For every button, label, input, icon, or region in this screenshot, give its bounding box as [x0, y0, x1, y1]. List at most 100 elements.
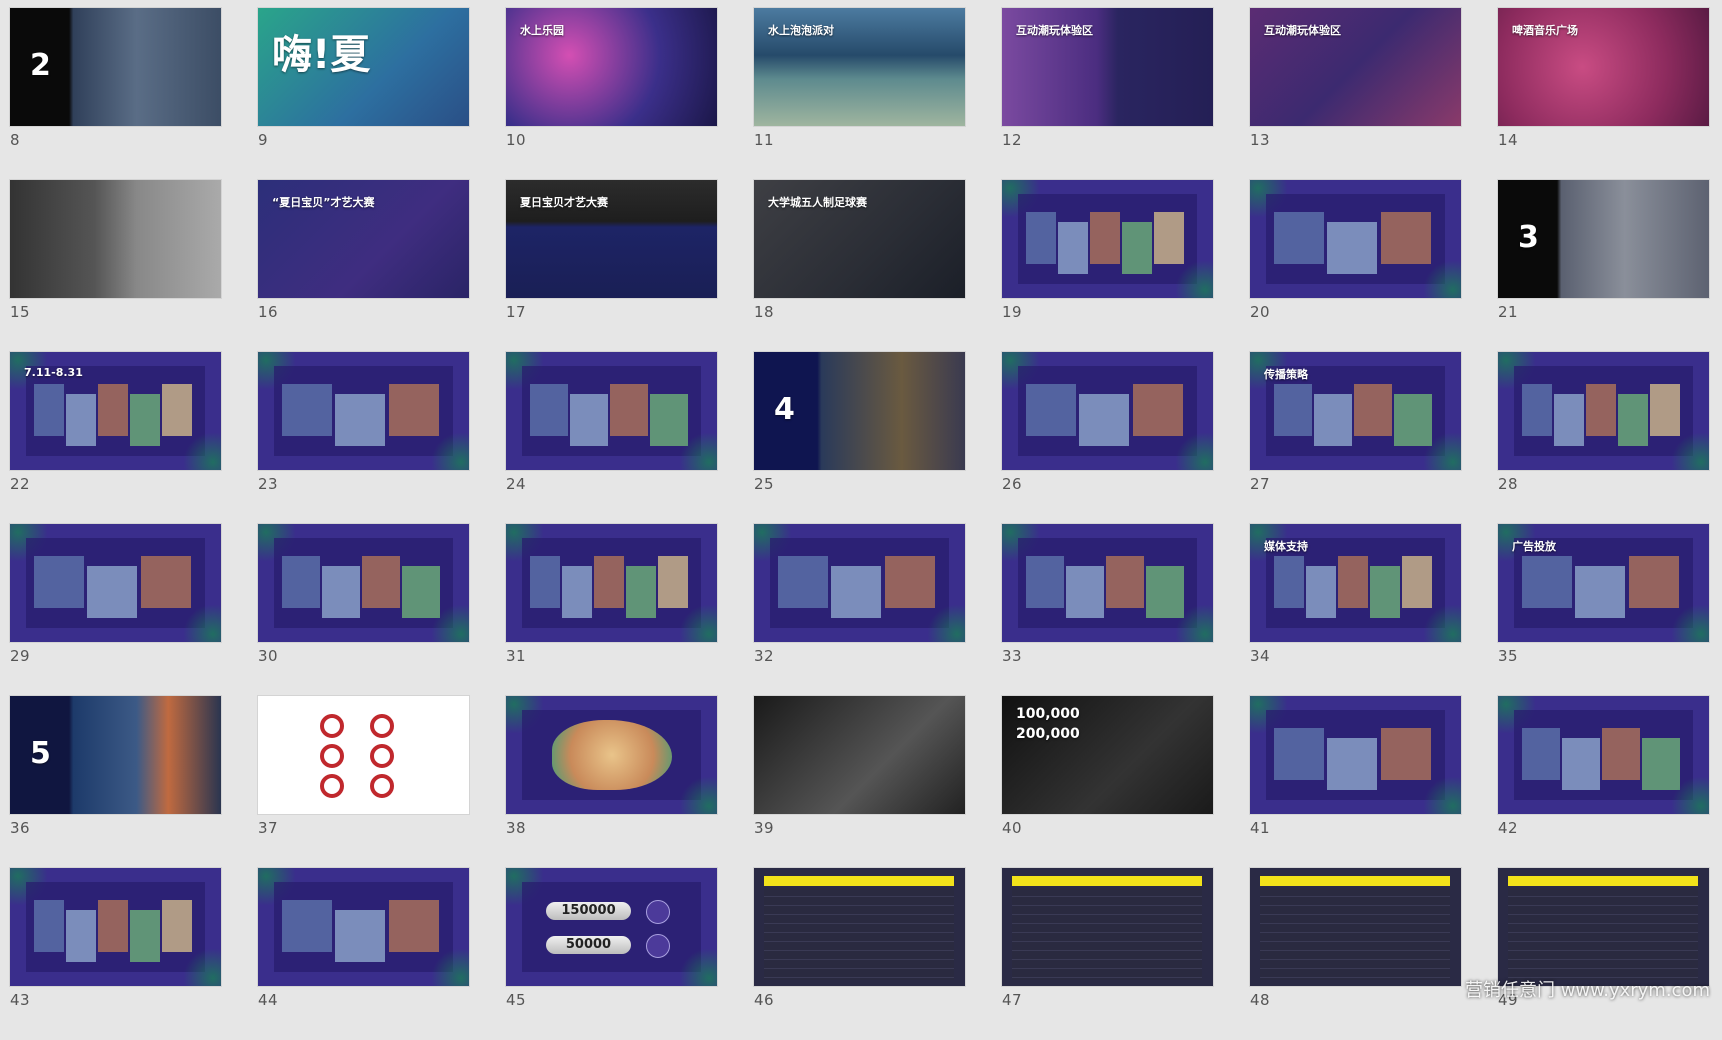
- slide-preview[interactable]: 7.11-8.31: [10, 352, 221, 470]
- slide-thumbnail-41[interactable]: 41: [1250, 696, 1461, 868]
- slide-thumbnail-40[interactable]: 100,000 200,000 40: [1002, 696, 1213, 868]
- slide-preview[interactable]: 大学城五人制足球赛: [754, 180, 965, 298]
- slide-preview[interactable]: 互动潮玩体验区: [1002, 8, 1213, 126]
- slide-thumbnail-33[interactable]: 33: [1002, 524, 1213, 696]
- slide-preview[interactable]: 嗨!夏: [258, 8, 469, 126]
- slide-thumbnail-30[interactable]: 30: [258, 524, 469, 696]
- slide-preview[interactable]: 2: [10, 8, 221, 126]
- slide-preview[interactable]: [1002, 524, 1213, 642]
- slide-thumbnail-27[interactable]: 传播策略 27: [1250, 352, 1461, 524]
- slide-preview[interactable]: 媒体支持: [1250, 524, 1461, 642]
- slide-preview[interactable]: [1498, 696, 1709, 814]
- slide-thumbnail-8[interactable]: 28: [10, 8, 221, 180]
- slide-thumbnail-24[interactable]: 24: [506, 352, 717, 524]
- slide-preview[interactable]: “夏日宝贝”才艺大赛: [258, 180, 469, 298]
- slide-number: 19: [1002, 303, 1023, 321]
- slide-preview[interactable]: 4: [754, 352, 965, 470]
- slide-thumbnail-18[interactable]: 大学城五人制足球赛 18: [754, 180, 965, 352]
- slide-thumbnail-39[interactable]: 39: [754, 696, 965, 868]
- slide-preview[interactable]: [1250, 180, 1461, 298]
- slide-preview[interactable]: [506, 352, 717, 470]
- slide-preview[interactable]: 水上乐园: [506, 8, 717, 126]
- slide-preview[interactable]: 5: [10, 696, 221, 814]
- slide-thumbnail-32[interactable]: 32: [754, 524, 965, 696]
- image-placeholder: [34, 900, 64, 952]
- slide-preview[interactable]: [258, 524, 469, 642]
- slide-preview[interactable]: [1250, 868, 1461, 986]
- slide-thumbnail-42[interactable]: 42: [1498, 696, 1709, 868]
- slide-thumbnail-48[interactable]: 48: [1250, 868, 1461, 1040]
- slide-thumbnail-23[interactable]: 23: [258, 352, 469, 524]
- slide-preview[interactable]: 夏日宝贝才艺大赛: [506, 180, 717, 298]
- slide-thumbnail-9[interactable]: 嗨!夏 9: [258, 8, 469, 180]
- slide-thumbnail-22[interactable]: 7.11-8.31 22: [10, 352, 221, 524]
- slide-preview[interactable]: 广告投放: [1498, 524, 1709, 642]
- slide-thumbnail-29[interactable]: 29: [10, 524, 221, 696]
- image-placeholder: [162, 384, 192, 436]
- slide-thumbnail-37[interactable]: 37: [258, 696, 469, 868]
- slide-preview[interactable]: [258, 868, 469, 986]
- slide-thumbnail-47[interactable]: 47: [1002, 868, 1213, 1040]
- ring-icon: [370, 744, 394, 768]
- slide-thumbnail-12[interactable]: 互动潮玩体验区 12: [1002, 8, 1213, 180]
- slide-thumbnail-34[interactable]: 媒体支持 34: [1250, 524, 1461, 696]
- slide-thumbnail-46[interactable]: 46: [754, 868, 965, 1040]
- slide-thumbnail-16[interactable]: “夏日宝贝”才艺大赛 16: [258, 180, 469, 352]
- content-panel: [274, 538, 453, 628]
- slide-thumbnail-14[interactable]: 啤酒音乐广场 14: [1498, 8, 1709, 180]
- slide-preview[interactable]: [1498, 868, 1709, 986]
- slide-preview[interactable]: [10, 180, 221, 298]
- slide-preview[interactable]: [258, 696, 469, 814]
- slide-preview[interactable]: [754, 524, 965, 642]
- slide-preview[interactable]: [1002, 180, 1213, 298]
- slide-thumbnail-11[interactable]: 水上泡泡派对 11: [754, 8, 965, 180]
- slide-preview[interactable]: 互动潮玩体验区: [1250, 8, 1461, 126]
- image-placeholder: [388, 900, 439, 952]
- watermark-text: 营销任意门 www.yxrym.com: [1464, 980, 1710, 1001]
- slide-number: 15: [10, 303, 31, 321]
- slide-preview[interactable]: 啤酒音乐广场: [1498, 8, 1709, 126]
- slide-preview[interactable]: [258, 352, 469, 470]
- slide-thumbnail-45[interactable]: 150000 50000 45: [506, 868, 717, 1040]
- slide-thumbnail-49[interactable]: 49: [1498, 868, 1709, 1040]
- slide-thumbnail-15[interactable]: 15: [10, 180, 221, 352]
- slide-preview[interactable]: 150000 50000: [506, 868, 717, 986]
- slide-number: 13: [1250, 131, 1271, 149]
- slide-thumbnail-44[interactable]: 44: [258, 868, 469, 1040]
- slide-preview[interactable]: [754, 868, 965, 986]
- slide-preview[interactable]: [1498, 352, 1709, 470]
- slide-thumbnail-13[interactable]: 互动潮玩体验区 13: [1250, 8, 1461, 180]
- slide-thumbnail-21[interactable]: 3 21: [1498, 180, 1709, 352]
- image-placeholder: [1079, 394, 1130, 446]
- slide-preview[interactable]: [1250, 696, 1461, 814]
- slide-thumbnail-28[interactable]: 28: [1498, 352, 1709, 524]
- slide-preview[interactable]: [506, 524, 717, 642]
- slide-preview[interactable]: [754, 696, 965, 814]
- slide-thumbnail-10[interactable]: 水上乐园 10: [506, 8, 717, 180]
- slide-thumbnail-20[interactable]: 20: [1250, 180, 1461, 352]
- slide-title: 啤酒音乐广场: [1512, 24, 1578, 37]
- slide-thumbnail-43[interactable]: 43: [10, 868, 221, 1040]
- slide-preview[interactable]: [506, 696, 717, 814]
- slide-thumbnail-31[interactable]: 31: [506, 524, 717, 696]
- image-placeholder: [1058, 222, 1088, 274]
- slide-thumbnail-19[interactable]: 19: [1002, 180, 1213, 352]
- slide-preview[interactable]: [10, 868, 221, 986]
- slide-thumbnail-26[interactable]: 26: [1002, 352, 1213, 524]
- slide-thumbnail-35[interactable]: 广告投放 35: [1498, 524, 1709, 696]
- slide-preview[interactable]: 水上泡泡派对: [754, 8, 965, 126]
- image-placeholder: [130, 910, 160, 962]
- slide-preview[interactable]: 传播策略: [1250, 352, 1461, 470]
- slide-preview[interactable]: 3: [1498, 180, 1709, 298]
- slide-title: 传播策略: [1264, 368, 1308, 381]
- slide-preview[interactable]: [10, 524, 221, 642]
- slide-thumbnail-17[interactable]: 夏日宝贝才艺大赛 17: [506, 180, 717, 352]
- slide-thumbnail-38[interactable]: 38: [506, 696, 717, 868]
- slide-thumbnail-36[interactable]: 5 36: [10, 696, 221, 868]
- slide-preview[interactable]: 100,000 200,000: [1002, 696, 1213, 814]
- slide-thumbnail-25[interactable]: 4 25: [754, 352, 965, 524]
- slide-title: 媒体支持: [1264, 540, 1308, 553]
- slide-preview[interactable]: [1002, 868, 1213, 986]
- image-placeholder: [162, 900, 192, 952]
- slide-preview[interactable]: [1002, 352, 1213, 470]
